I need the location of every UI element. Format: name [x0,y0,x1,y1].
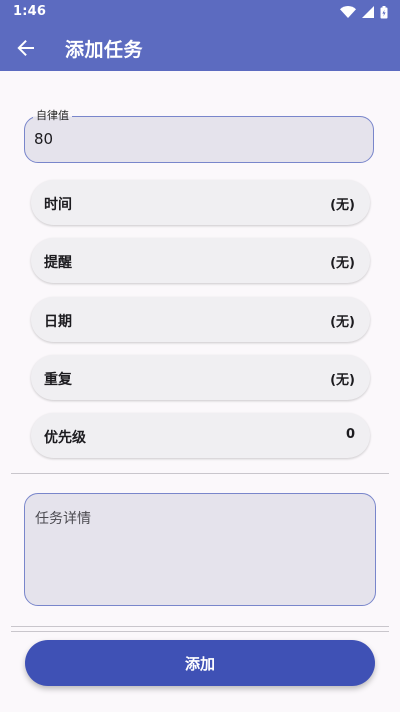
setting-value: (无) [330,373,355,388]
task-detail-placeholder: 任务详情 [35,511,91,527]
setting-value: (无) [330,315,355,330]
app-bar: 添加任务 [0,24,400,71]
add-task-screen: 1:46 添加任务 自律值 80 时间 (无) 提醒 (无) 日期 (无) 重复… [0,0,400,712]
wifi-icon [340,6,356,18]
setting-value: (无) [330,198,355,213]
arrow-back-icon [17,40,34,56]
setting-label: 提醒 [44,255,72,271]
setting-value: (无) [330,256,355,271]
discipline-value-label: 自律值 [33,109,72,123]
page-title: 添加任务 [65,39,144,61]
setting-row-repeat[interactable]: 重复 (无) [31,355,370,400]
setting-label: 日期 [44,314,72,330]
divider [11,473,389,474]
status-bar: 1:46 [0,0,400,24]
setting-label: 优先级 [44,430,86,446]
signal-icon [362,6,374,18]
setting-row-date[interactable]: 日期 (无) [31,297,370,342]
setting-value: 0 [345,427,355,442]
setting-row-reminder[interactable]: 提醒 (无) [31,238,370,283]
status-icons [340,5,388,19]
battery-icon [380,5,388,18]
setting-row-priority[interactable]: 优先级 0 [31,413,370,458]
setting-label: 时间 [44,197,72,213]
discipline-value-field[interactable]: 自律值 80 [24,109,374,163]
task-detail-field[interactable]: 任务详情 [24,493,376,606]
discipline-value-input[interactable]: 80 [34,130,53,148]
back-button[interactable] [10,32,42,64]
divider [11,626,389,627]
setting-row-time[interactable]: 时间 (无) [31,180,370,225]
setting-label: 重复 [44,372,72,388]
status-time: 1:46 [13,4,47,19]
divider [11,631,389,632]
add-button[interactable]: 添加 [25,640,375,686]
